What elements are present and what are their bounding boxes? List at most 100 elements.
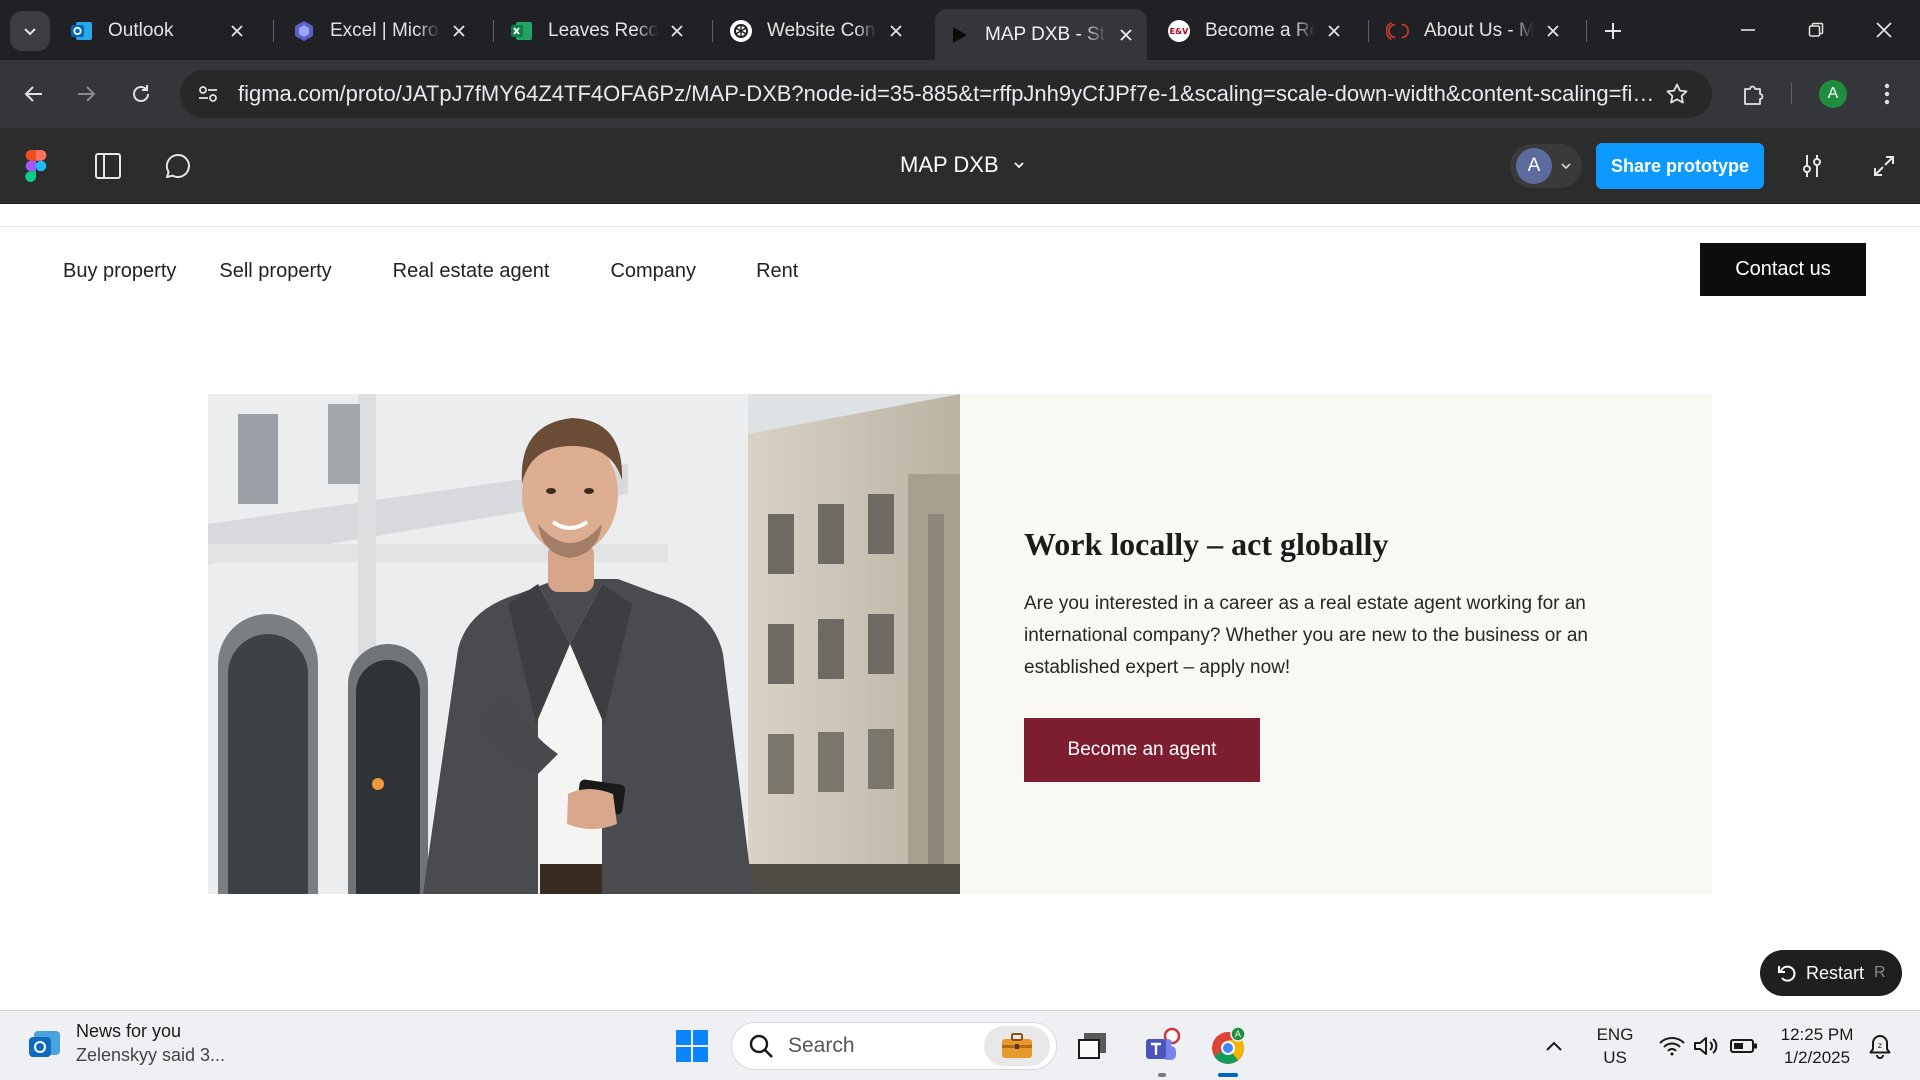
file-name-dropdown[interactable]: MAP DXB	[900, 152, 1025, 178]
outlook-icon	[70, 19, 94, 43]
sidebar-toggle-button[interactable]	[90, 148, 126, 184]
more-vertical-icon	[1884, 83, 1890, 105]
browser-tab-strip: Outlook Excel | Microsoft Leaves Record …	[0, 0, 1920, 60]
nav-sell-property[interactable]: Sell property	[219, 260, 331, 283]
figma-prototype-toolbar: MAP DXB A Share prototype	[0, 128, 1920, 204]
close-icon[interactable]	[885, 20, 907, 42]
restart-shortcut-key: R	[1874, 964, 1886, 981]
task-view-button[interactable]	[1070, 1024, 1114, 1068]
arrow-right-icon	[78, 86, 96, 102]
toolbar-separator	[1791, 82, 1792, 104]
map-logo-icon	[1386, 19, 1410, 43]
close-window-button[interactable]	[1862, 12, 1906, 48]
comments-button[interactable]	[160, 148, 196, 184]
restart-label: Restart	[1806, 962, 1865, 983]
profile-button[interactable]: A	[1815, 76, 1851, 112]
contact-us-button[interactable]: Contact us	[1700, 243, 1866, 296]
search-icon	[749, 1034, 773, 1058]
close-icon[interactable]	[226, 20, 248, 42]
close-icon[interactable]	[1115, 24, 1137, 46]
tab-excel-microsoft[interactable]: Excel | Microsoft	[280, 9, 480, 53]
chrome-button[interactable]: A	[1206, 1024, 1250, 1068]
hero-description: Are you interested in a career as a real…	[1024, 593, 1588, 678]
news-widget[interactable]: News for you Zelenskyy said 3...	[26, 1021, 225, 1066]
nav-rent[interactable]: Rent	[756, 260, 798, 283]
chevron-up-icon	[1546, 1041, 1562, 1051]
extensions-button[interactable]	[1736, 76, 1772, 112]
user-menu[interactable]: A	[1510, 144, 1582, 188]
close-icon[interactable]	[1542, 20, 1564, 42]
browser-menu-button[interactable]	[1869, 76, 1905, 112]
close-icon[interactable]	[1323, 20, 1345, 42]
tab-title: Website Content	[767, 20, 877, 41]
prototype-settings-button[interactable]	[1794, 148, 1830, 184]
divider	[0, 226, 1920, 227]
tab-title: Leaves Record	[548, 20, 658, 41]
close-icon[interactable]	[448, 20, 470, 42]
share-prototype-button[interactable]: Share prototype	[1596, 143, 1764, 189]
minimize-icon	[1741, 29, 1755, 31]
become-an-agent-button[interactable]: Become an agent	[1024, 718, 1260, 782]
url-text[interactable]: figma.com/proto/JATpJ7fMY64Z4TF4OFA6Pz/M…	[238, 81, 1662, 107]
restart-icon	[1778, 965, 1796, 982]
tab-separator	[1368, 20, 1369, 42]
svg-text:z: z	[1878, 1041, 1882, 1050]
tab-leaves-record[interactable]: Leaves Record	[498, 9, 698, 53]
running-indicator	[1158, 1073, 1166, 1077]
battery-status[interactable]	[1724, 1024, 1764, 1068]
tab-search-button[interactable]	[10, 11, 50, 51]
figma-logo-icon[interactable]	[18, 148, 54, 184]
arrow-left-icon	[24, 86, 42, 102]
back-button[interactable]	[12, 72, 56, 116]
taskbar-search[interactable]: Search	[731, 1022, 1057, 1070]
puzzle-icon	[1744, 85, 1764, 105]
nav-buy-property[interactable]: Buy property	[63, 260, 176, 283]
fullscreen-button[interactable]	[1866, 148, 1902, 184]
new-tab-button[interactable]	[1598, 16, 1628, 46]
tab-title: Become a Real	[1205, 20, 1315, 41]
chevron-down-icon	[24, 28, 36, 36]
file-name: MAP DXB	[900, 152, 999, 177]
minimize-button[interactable]	[1726, 12, 1770, 48]
avatar: A	[1819, 80, 1847, 108]
volume-status[interactable]	[1686, 1024, 1726, 1068]
region-code: US	[1603, 1048, 1627, 1067]
ev-icon: E&V	[1167, 19, 1191, 43]
show-hidden-icons-button[interactable]	[1536, 1024, 1572, 1068]
language-indicator[interactable]: ENG US	[1590, 1023, 1640, 1069]
tab-about-us[interactable]: About Us - M	[1374, 9, 1574, 53]
nav-real-estate-agent[interactable]: Real estate agent	[393, 260, 550, 283]
close-icon[interactable]	[666, 20, 688, 42]
wifi-icon	[1659, 1037, 1685, 1056]
browser-toolbar: figma.com/proto/JATpJ7fMY64Z4TF4OFA6Pz/M…	[0, 60, 1920, 128]
volume-icon	[1694, 1037, 1718, 1055]
restore-button[interactable]	[1794, 12, 1838, 48]
clock[interactable]: 12:25 PM 1/2/2025	[1772, 1023, 1862, 1069]
plus-icon	[1605, 23, 1621, 39]
start-button[interactable]	[670, 1024, 714, 1068]
prototype-canvas: Buy property Sell property Real estate a…	[0, 204, 1920, 1010]
tab-become-a-real[interactable]: E&V Become a Real	[1155, 9, 1355, 53]
expand-icon	[1874, 156, 1894, 176]
svg-text:A: A	[1235, 1030, 1242, 1040]
address-bar[interactable]: figma.com/proto/JATpJ7fMY64Z4TF4OFA6Pz/M…	[180, 70, 1712, 118]
search-label: Search	[788, 1034, 855, 1057]
tab-website-content[interactable]: Website Content	[717, 9, 917, 53]
teams-button[interactable]	[1140, 1024, 1184, 1068]
tab-outlook[interactable]: Outlook	[58, 9, 258, 53]
notifications-button[interactable]: z	[1860, 1024, 1900, 1068]
nav-company[interactable]: Company	[610, 260, 696, 283]
briefcase-icon	[984, 1026, 1050, 1066]
news-subtitle: Zelenskyy said 3...	[76, 1045, 226, 1065]
sliders-icon	[1803, 155, 1821, 177]
tab-map-dxb[interactable]: MAP DXB - St	[935, 9, 1147, 60]
site-info-icon[interactable]	[188, 74, 228, 114]
clock-date: 1/2/2025	[1783, 1048, 1851, 1067]
reload-button[interactable]	[119, 72, 163, 116]
forward-button[interactable]	[64, 72, 108, 116]
hero-content-panel: Work locally – act globally Are you inte…	[960, 394, 1712, 894]
tab-separator	[712, 20, 713, 42]
reload-icon	[133, 85, 149, 102]
restart-button[interactable]: Restart R	[1760, 950, 1902, 996]
bookmark-star-icon[interactable]	[1662, 79, 1692, 109]
